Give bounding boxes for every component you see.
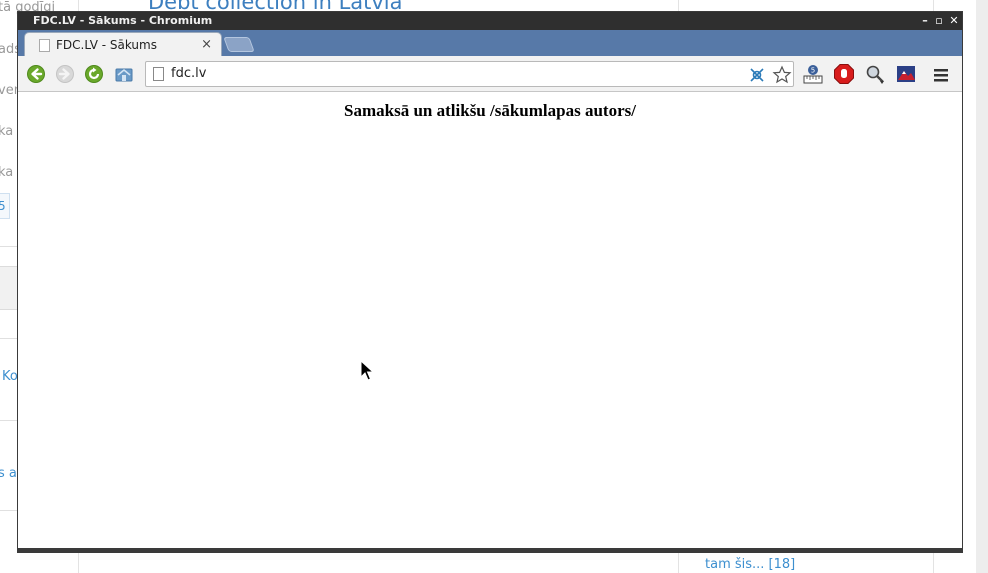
background-pager-button[interactable]: 5 — [0, 193, 10, 219]
page-favicon-icon — [39, 39, 50, 52]
background-link[interactable]: s a — [0, 466, 17, 481]
tab-label: FDC.LV - Sākums — [56, 38, 157, 52]
address-bar[interactable] — [145, 61, 794, 87]
forward-icon[interactable] — [55, 64, 75, 84]
background-link[interactable]: Ko — [2, 369, 18, 384]
reload-icon[interactable] — [84, 64, 104, 84]
background-fragment: ka — [0, 124, 14, 139]
magnifier-extension-icon[interactable] — [864, 63, 886, 85]
maximize-button[interactable]: ▫ — [932, 12, 946, 30]
svg-text:5: 5 — [811, 67, 815, 75]
mountain-extension-icon[interactable] — [895, 63, 917, 85]
background-row-divider — [0, 338, 18, 339]
page-icon — [153, 67, 164, 81]
background-side-link[interactable]: tam šis... [18] — [705, 557, 795, 572]
bookmark-star-icon[interactable] — [772, 65, 792, 85]
window-title: FDC.LV - Sākums - Chromium — [33, 14, 213, 27]
background-scrollbar[interactable] — [976, 0, 988, 573]
tab-active[interactable]: FDC.LV - Sākums × — [24, 32, 222, 58]
close-window-button[interactable]: ✕ — [947, 12, 961, 30]
browser-toolbar: 5 — [18, 56, 962, 92]
background-row-divider — [0, 246, 18, 247]
window-bottom-border — [18, 548, 962, 552]
window-titlebar[interactable]: FDC.LV - Sākums - Chromium – ▫ ✕ — [18, 12, 962, 30]
page-heading: Samaksā un atlikšu /sākumlapas autors/ — [344, 101, 636, 120]
tab-strip: FDC.LV - Sākums × — [18, 30, 962, 58]
url-input[interactable] — [171, 66, 731, 81]
mouse-cursor-icon — [360, 360, 374, 381]
back-icon[interactable] — [26, 64, 46, 84]
minimize-button[interactable]: – — [918, 12, 932, 30]
page-content: Samaksā un atlikšu /sākumlapas autors/ — [18, 93, 962, 548]
new-tab-button[interactable] — [223, 37, 255, 52]
home-icon[interactable] — [114, 64, 134, 84]
translate-icon[interactable] — [747, 65, 767, 85]
browser-window: FDC.LV - Sākums - Chromium – ▫ ✕ FDC.LV … — [17, 11, 963, 553]
ruler-extension-icon[interactable]: 5 — [802, 63, 824, 85]
adblock-icon[interactable] — [833, 63, 855, 85]
background-row-divider — [0, 420, 18, 421]
chrome-menu-icon[interactable] — [930, 64, 952, 86]
background-row-divider — [0, 510, 18, 511]
tab-close-icon[interactable]: × — [201, 37, 212, 52]
background-band — [0, 266, 18, 310]
